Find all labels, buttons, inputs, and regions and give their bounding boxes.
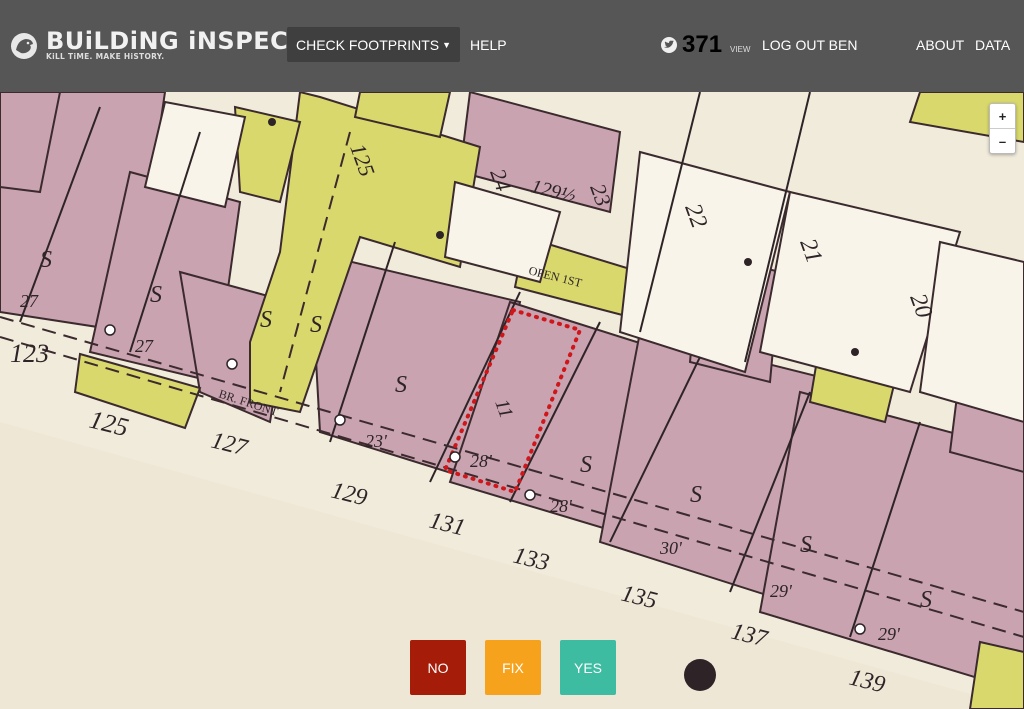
svg-text:23': 23' xyxy=(365,431,388,451)
svg-text:28': 28' xyxy=(470,451,493,471)
help-link[interactable]: HELP xyxy=(470,37,507,53)
top-navbar: BUiLDiNG iNSPECTOR KiLL TiME. MAKE HiSTO… xyxy=(0,0,1024,92)
historic-map[interactable]: 123 125 127 129 131 133 135 137 139 20 2… xyxy=(0,92,1024,709)
lion-logo-icon xyxy=(11,33,37,59)
caret-down-icon: ▼ xyxy=(442,39,452,50)
svg-text:S: S xyxy=(395,372,407,398)
svg-text:S: S xyxy=(920,587,932,613)
svg-text:S: S xyxy=(800,532,812,558)
fix-button[interactable]: FIX xyxy=(485,640,541,695)
svg-text:S: S xyxy=(150,282,162,308)
no-button[interactable]: NO xyxy=(410,640,466,695)
zoom-out-button[interactable]: – xyxy=(990,129,1015,153)
svg-text:27: 27 xyxy=(135,336,154,356)
svg-text:123: 123 xyxy=(10,339,49,368)
logout-link[interactable]: LOG OUT BEN xyxy=(762,37,857,53)
svg-text:29': 29' xyxy=(770,581,793,601)
check-footprints-dropdown[interactable]: CHECK FOOTPRINTS ▼ xyxy=(287,27,460,62)
data-link[interactable]: DATA xyxy=(975,37,1010,53)
zoom-in-button[interactable]: + xyxy=(990,104,1015,129)
svg-text:29': 29' xyxy=(878,624,901,644)
about-link[interactable]: ABOUT xyxy=(916,37,964,53)
svg-text:28': 28' xyxy=(550,496,573,516)
zoom-control: + – xyxy=(989,103,1016,154)
svg-text:30': 30' xyxy=(659,538,683,558)
svg-text:27: 27 xyxy=(20,291,39,311)
svg-text:S: S xyxy=(260,307,272,333)
dropdown-label: CHECK FOOTPRINTS xyxy=(295,36,440,53)
view-label[interactable]: VIEW xyxy=(730,45,750,54)
svg-text:S: S xyxy=(580,452,592,478)
svg-text:S: S xyxy=(310,312,322,338)
svg-text:S: S xyxy=(690,482,702,508)
svg-text:S: S xyxy=(40,247,52,273)
twitter-icon[interactable] xyxy=(660,37,678,53)
contribution-count: 371 xyxy=(682,31,723,58)
yes-button[interactable]: YES xyxy=(560,640,616,695)
